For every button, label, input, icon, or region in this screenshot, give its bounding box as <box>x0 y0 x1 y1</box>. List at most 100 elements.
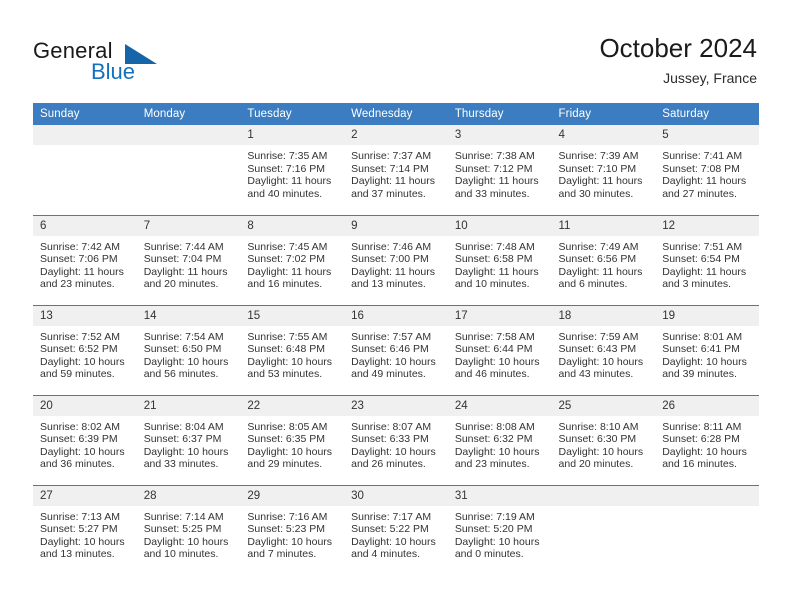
calendar-day-cell[interactable]: 9 Sunrise: 7:46 AM Sunset: 7:00 PM Daylight… <box>344 214 448 305</box>
weekday-header-friday: Friday <box>551 103 656 125</box>
sunset-text: Sunset: 7:06 PM <box>40 253 118 266</box>
sunrise-text: Sunrise: 7:41 AM <box>662 150 743 162</box>
day-number: 16 <box>344 305 448 326</box>
daylight-text: Daylight: 10 hours and 49 minutes. <box>351 355 436 381</box>
logo-text-blue: Blue <box>91 59 136 84</box>
calendar-day-cell[interactable]: 28 Sunrise: 7:14 AM Sunset: 5:25 PM Dayligh… <box>136 484 241 575</box>
calendar-day-cell[interactable]: 23 Sunrise: 8:07 AM Sunset: 6:33 PM Dayligh… <box>344 394 448 485</box>
day-number: 19 <box>655 305 759 326</box>
daylight-text: Daylight: 10 hours and 7 minutes. <box>247 535 333 561</box>
sunset-text: Sunset: 5:22 PM <box>351 523 429 536</box>
daylight-text: Daylight: 10 hours and 13 minutes. <box>40 535 125 561</box>
calendar-day-cell[interactable]: 12 Sunrise: 7:51 AM Sunset: 6:54 PM Dayligh… <box>655 214 759 305</box>
daylight-text: Daylight: 11 hours and 27 minutes. <box>662 175 747 200</box>
day-details: Sunrise: 7:58 AM Sunset: 6:44 PM Daylight:… <box>448 326 552 381</box>
sunrise-text: Sunrise: 7:48 AM <box>454 240 535 253</box>
sunset-text: Sunset: 6:39 PM <box>40 433 118 446</box>
daylight-text: Daylight: 11 hours and 20 minutes. <box>143 265 228 291</box>
daylight-text: Daylight: 10 hours and 59 minutes. <box>40 355 125 381</box>
calendar-day-cell[interactable]: 3 Sunrise: 7:38 AM Sunset: 7:12 PM Daylight… <box>447 125 552 215</box>
calendar-day-cell[interactable]: 11 Sunrise: 7:49 AM Sunset: 6:56 PM Dayligh… <box>551 214 656 305</box>
day-number: 5 <box>655 125 759 145</box>
sunset-text: Sunset: 6:35 PM <box>247 433 326 446</box>
sunrise-text: Sunrise: 7:45 AM <box>247 240 328 253</box>
calendar-day-cell[interactable]: 26 Sunrise: 8:11 AM Sunset: 6:28 PM Dayligh… <box>655 394 759 485</box>
day-number <box>655 485 759 506</box>
sunset-text: Sunset: 6:44 PM <box>454 343 533 356</box>
sunset-text: Sunset: 5:27 PM <box>40 523 118 536</box>
day-number: 22 <box>240 395 345 416</box>
sunset-text: Sunset: 6:41 PM <box>662 343 740 356</box>
calendar-day-cell[interactable]: 20 Sunrise: 8:02 AM Sunset: 6:39 PM Dayligh… <box>33 394 137 485</box>
day-number: 3 <box>447 125 552 145</box>
day-details: Sunrise: 7:41 AM Sunset: 7:08 PM Daylight:… <box>655 145 759 200</box>
sunset-text: Sunset: 6:56 PM <box>558 253 637 266</box>
calendar-day-cell[interactable]: 29 Sunrise: 7:16 AM Sunset: 5:23 PM Dayligh… <box>240 484 345 575</box>
day-details: Sunrise: 7:54 AM Sunset: 6:50 PM Daylight:… <box>137 326 241 381</box>
day-details: Sunrise: 8:02 AM Sunset: 6:39 PM Daylight:… <box>33 416 137 471</box>
day-number: 1 <box>240 125 345 145</box>
calendar-day-cell[interactable]: 17 Sunrise: 7:58 AM Sunset: 6:44 PM Dayligh… <box>447 304 552 395</box>
day-details: Sunrise: 8:01 AM Sunset: 6:41 PM Daylight:… <box>655 326 759 381</box>
calendar-day-cell[interactable]: 5 Sunrise: 7:41 AM Sunset: 7:08 PM Daylight… <box>655 125 759 215</box>
day-number: 21 <box>136 395 241 416</box>
sunset-text: Sunset: 7:00 PM <box>351 253 429 266</box>
calendar-body: 1 Sunrise: 7:35 AM Sunset: 7:16 PM Daylight… <box>33 125 759 575</box>
weekday-header-tuesday: Tuesday <box>240 103 345 125</box>
calendar-day-cell[interactable]: 18 Sunrise: 7:59 AM Sunset: 6:43 PM Dayligh… <box>551 304 656 395</box>
day-number: 4 <box>551 125 656 145</box>
sunrise-text: Sunrise: 7:37 AM <box>351 150 432 162</box>
calendar-day-cell[interactable]: 31 Sunrise: 7:19 AM Sunset: 5:20 PM Dayligh… <box>447 484 552 575</box>
daylight-text: Daylight: 10 hours and 33 minutes. <box>143 445 229 471</box>
calendar-day-cell[interactable]: 6 Sunrise: 7:42 AM Sunset: 7:06 PM Daylight… <box>33 214 137 305</box>
day-number <box>551 485 656 506</box>
day-number: 8 <box>240 215 345 236</box>
daylight-text: Daylight: 10 hours and 20 minutes. <box>558 445 644 471</box>
sunset-text: Sunset: 6:43 PM <box>558 343 637 356</box>
sunset-text: Sunset: 6:52 PM <box>40 343 118 356</box>
daylight-text: Daylight: 11 hours and 10 minutes. <box>454 265 539 291</box>
day-details: Sunrise: 7:48 AM Sunset: 6:58 PM Daylight:… <box>448 236 552 291</box>
sunrise-text: Sunrise: 8:07 AM <box>351 420 432 433</box>
sunset-text: Sunset: 5:23 PM <box>247 523 326 536</box>
day-details: Sunrise: 8:07 AM Sunset: 6:33 PM Daylight:… <box>344 416 448 471</box>
sunset-text: Sunset: 7:02 PM <box>247 253 326 266</box>
sunrise-text: Sunrise: 7:52 AM <box>40 330 120 343</box>
calendar-day-cell[interactable]: 2 Sunrise: 7:37 AM Sunset: 7:14 PM Daylight… <box>344 125 448 215</box>
weekday-header-saturday: Saturday <box>655 103 759 125</box>
calendar-day-cell[interactable]: 30 Sunrise: 7:17 AM Sunset: 5:22 PM Dayligh… <box>344 484 448 575</box>
calendar-day-cell[interactable]: 7 Sunrise: 7:44 AM Sunset: 7:04 PM Daylight… <box>136 214 241 305</box>
calendar-day-cell[interactable]: 10 Sunrise: 7:48 AM Sunset: 6:58 PM Dayligh… <box>447 214 552 305</box>
day-details: Sunrise: 8:11 AM Sunset: 6:28 PM Daylight:… <box>655 416 759 471</box>
calendar-table: Sunday Monday Tuesday Wednesday Thursday… <box>33 103 759 575</box>
day-number: 12 <box>655 215 759 236</box>
calendar-day-cell[interactable]: 4 Sunrise: 7:39 AM Sunset: 7:10 PM Daylight… <box>551 125 656 215</box>
day-number: 6 <box>33 215 137 236</box>
calendar-page: General Blue October 2024 Jussey, France… <box>0 0 792 612</box>
daylight-text: Daylight: 10 hours and 43 minutes. <box>558 355 644 381</box>
calendar-day-cell[interactable]: 19 Sunrise: 8:01 AM Sunset: 6:41 PM Dayligh… <box>655 304 759 395</box>
day-details: Sunrise: 7:45 AM Sunset: 7:02 PM Daylight:… <box>240 236 344 291</box>
calendar-day-cell[interactable]: 8 Sunrise: 7:45 AM Sunset: 7:02 PM Daylight… <box>240 214 345 305</box>
calendar-day-cell[interactable]: 15 Sunrise: 7:55 AM Sunset: 6:48 PM Dayligh… <box>240 304 345 395</box>
calendar-day-cell[interactable]: 25 Sunrise: 8:10 AM Sunset: 6:30 PM Dayligh… <box>551 394 656 485</box>
weekday-header-row: Sunday Monday Tuesday Wednesday Thursday… <box>33 103 759 125</box>
day-details: Sunrise: 7:55 AM Sunset: 6:48 PM Daylight:… <box>240 326 344 381</box>
daylight-text: Daylight: 10 hours and 16 minutes. <box>662 445 747 471</box>
calendar-day-cell-empty <box>551 484 656 575</box>
calendar-day-cell[interactable]: 1 Sunrise: 7:35 AM Sunset: 7:16 PM Daylight… <box>240 125 345 215</box>
calendar-week-row: 27 Sunrise: 7:13 AM Sunset: 5:27 PM Dayligh… <box>33 484 759 575</box>
calendar-day-cell[interactable]: 24 Sunrise: 8:08 AM Sunset: 6:32 PM Dayligh… <box>447 394 552 485</box>
calendar-day-cell[interactable]: 13 Sunrise: 7:52 AM Sunset: 6:52 PM Dayligh… <box>33 304 137 395</box>
calendar-day-cell[interactable]: 21 Sunrise: 8:04 AM Sunset: 6:37 PM Dayligh… <box>136 394 241 485</box>
daylight-text: Daylight: 11 hours and 23 minutes. <box>40 265 124 291</box>
calendar-day-cell[interactable]: 14 Sunrise: 7:54 AM Sunset: 6:50 PM Dayligh… <box>136 304 241 395</box>
day-number: 10 <box>447 215 552 236</box>
day-details: Sunrise: 7:42 AM Sunset: 7:06 PM Daylight:… <box>33 236 137 291</box>
sunrise-text: Sunrise: 7:13 AM <box>40 510 120 523</box>
sunrise-text: Sunrise: 7:16 AM <box>247 510 328 523</box>
day-number: 17 <box>447 305 552 326</box>
calendar-day-cell[interactable]: 22 Sunrise: 8:05 AM Sunset: 6:35 PM Dayligh… <box>240 394 345 485</box>
calendar-day-cell[interactable]: 27 Sunrise: 7:13 AM Sunset: 5:27 PM Dayligh… <box>33 484 137 575</box>
calendar-day-cell[interactable]: 16 Sunrise: 7:57 AM Sunset: 6:46 PM Dayligh… <box>344 304 448 395</box>
